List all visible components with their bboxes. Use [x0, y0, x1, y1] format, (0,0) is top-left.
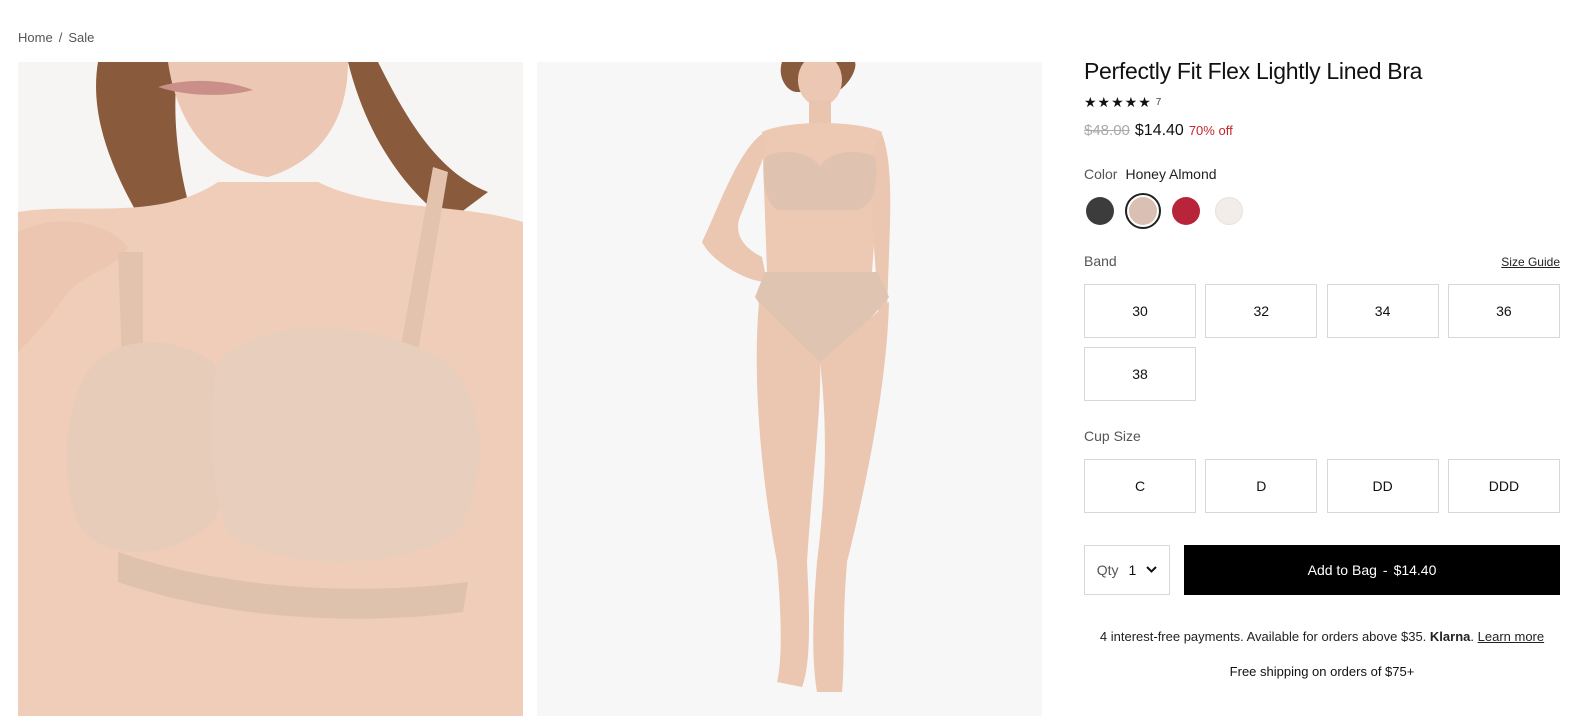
band-size-38[interactable]: 38: [1084, 347, 1196, 401]
band-size-30[interactable]: 30: [1084, 284, 1196, 338]
band-size-36[interactable]: 36: [1447, 284, 1560, 338]
add-to-bag-label: Add to Bag: [1307, 562, 1377, 578]
rating-count: 7: [1155, 97, 1162, 108]
product-title: Perfectly Fit Flex Lightly Lined Bra: [1084, 58, 1423, 84]
breadcrumb-home-link[interactable]: Home: [18, 30, 53, 45]
product-image-closeup[interactable]: [18, 62, 523, 716]
product-info-panel: Perfectly Fit Flex Lightly Lined Bra ★★★…: [1084, 58, 1560, 679]
size-guide-link[interactable]: Size Guide: [1501, 255, 1560, 269]
klarna-message: 4 interest-free payments. Available for …: [1084, 629, 1560, 644]
cup-size-dd[interactable]: DD: [1326, 459, 1439, 513]
klarna-brand: Klarna: [1429, 629, 1471, 644]
color-swatches: [1086, 193, 1560, 229]
price-original: $48.00: [1084, 122, 1130, 139]
breadcrumb: Home / Sale: [18, 30, 94, 45]
add-to-bag-separator: -: [1382, 562, 1388, 578]
color-selector-header: Color Honey Almond: [1084, 166, 1560, 182]
discount-badge: 70% off: [1188, 123, 1233, 138]
free-shipping-message: Free shipping on orders of $75+: [1229, 664, 1415, 679]
star-rating-icon: ★★★★★: [1084, 94, 1152, 110]
breadcrumb-sale-link[interactable]: Sale: [68, 30, 94, 45]
cup-size-d[interactable]: D: [1205, 459, 1318, 513]
breadcrumb-separator: /: [58, 30, 63, 45]
cup-size-c[interactable]: C: [1084, 459, 1196, 513]
chevron-down-icon: [1146, 564, 1157, 576]
color-swatch-black[interactable]: [1086, 197, 1114, 225]
price-row: $48.00 $14.40 70% off: [1084, 122, 1560, 140]
cup-size-label: Cup Size: [1084, 428, 1141, 444]
product-image-fullbody[interactable]: [537, 62, 1042, 716]
band-size-grid: 30 32 34 36 38: [1084, 284, 1560, 401]
price-sale: $14.40: [1134, 122, 1184, 139]
color-swatch-white[interactable]: [1215, 197, 1243, 225]
add-to-bag-button[interactable]: Add to Bag - $14.40: [1184, 545, 1560, 595]
product-rating[interactable]: ★★★★★ 7: [1084, 94, 1560, 111]
color-label: Color: [1084, 166, 1118, 182]
klarna-period: .: [1470, 629, 1474, 644]
klarna-learn-more-link[interactable]: Learn more: [1478, 629, 1544, 644]
band-label: Band: [1084, 253, 1117, 269]
color-swatch-honey-almond[interactable]: [1125, 193, 1161, 229]
cup-size-ddd[interactable]: DDD: [1447, 459, 1560, 513]
selected-color-name: Honey Almond: [1125, 166, 1217, 182]
qty-label: Qty: [1096, 562, 1119, 578]
purchase-row: Qty 1 Add to Bag - $14.40: [1084, 545, 1560, 595]
color-swatch-red[interactable]: [1172, 197, 1200, 225]
band-size-32[interactable]: 32: [1205, 284, 1318, 338]
quantity-select[interactable]: Qty 1: [1084, 545, 1170, 595]
product-image-closeup-art: [18, 62, 523, 716]
qty-value: 1: [1128, 562, 1137, 578]
band-size-34[interactable]: 34: [1326, 284, 1439, 338]
band-header: Band Size Guide: [1084, 253, 1560, 269]
product-image-fullbody-art: [537, 62, 1042, 716]
klarna-text: 4 interest-free payments. Available for …: [1099, 629, 1427, 644]
add-to-bag-price: $14.40: [1393, 562, 1437, 578]
cup-size-grid: C D DD DDD: [1084, 459, 1560, 513]
